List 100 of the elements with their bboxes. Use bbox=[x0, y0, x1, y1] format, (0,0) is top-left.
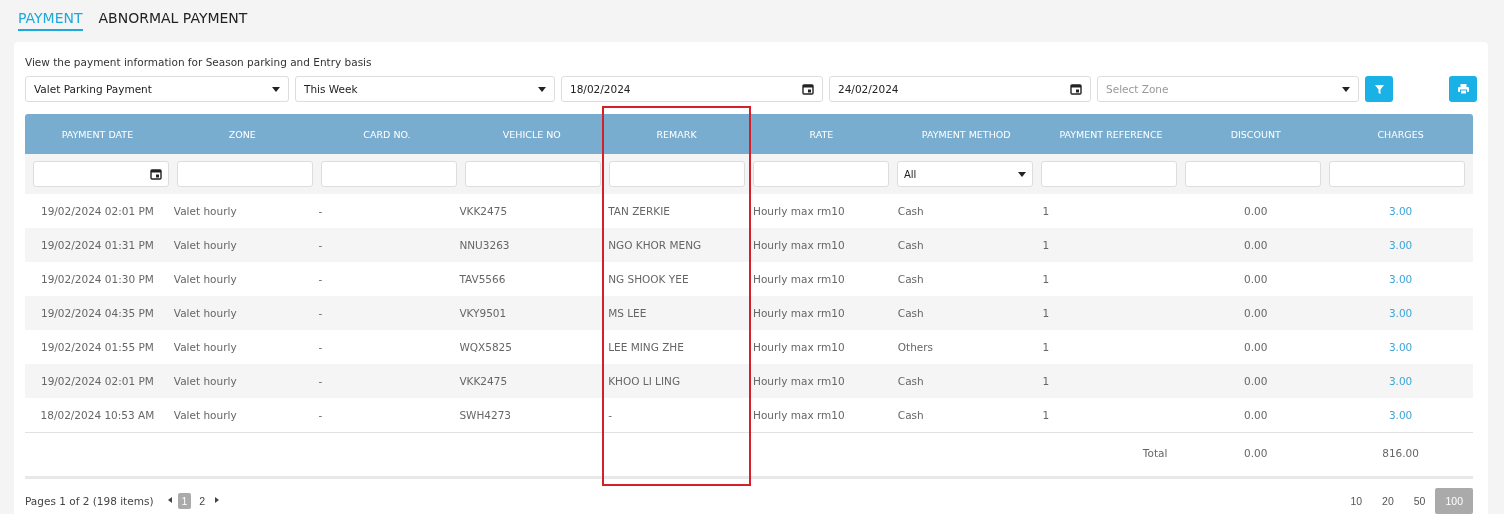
table-cell-text: 18/02/2024 10:53 AM bbox=[39, 409, 156, 421]
table-cell-text: - bbox=[317, 375, 324, 387]
filter-field[interactable] bbox=[1329, 161, 1465, 187]
print-icon bbox=[1457, 84, 1469, 94]
date-field[interactable]: 24/02/2024 bbox=[829, 76, 1091, 102]
table-cell-text: 0.00 bbox=[1243, 409, 1269, 421]
table-cell-text: Cash bbox=[896, 273, 925, 285]
filter-field[interactable] bbox=[177, 161, 313, 187]
column-header: CHARGES bbox=[1376, 128, 1425, 140]
page-size-button[interactable]: 10 bbox=[1340, 487, 1373, 514]
table-cell-text: 1 bbox=[1041, 239, 1051, 251]
filter-field[interactable] bbox=[609, 161, 745, 187]
table-cell-text: TAV5566 bbox=[459, 273, 507, 285]
caret-icon bbox=[538, 86, 546, 92]
filter-field[interactable] bbox=[321, 161, 457, 187]
tab[interactable]: PAYMENT bbox=[18, 8, 83, 31]
filter-field[interactable] bbox=[465, 161, 601, 187]
table-cell-text: 0.00 bbox=[1243, 239, 1269, 251]
pagination-summary: Pages 1 of 2 (198 items) bbox=[25, 494, 154, 507]
table-cell-text: 0.00 bbox=[1243, 273, 1269, 285]
caret-icon bbox=[272, 86, 280, 92]
table-cell-text: 0.00 bbox=[1243, 341, 1269, 353]
table-cell-text: VKK2475 bbox=[459, 205, 509, 217]
filter-button[interactable] bbox=[1365, 76, 1393, 102]
print-button[interactable] bbox=[1449, 76, 1477, 102]
table-cell-text: NGO KHOR MENG bbox=[607, 239, 703, 251]
table-cell-text: TAN ZERKIE bbox=[607, 205, 671, 217]
table-cell-text: NNU3263 bbox=[459, 239, 511, 251]
table-cell-text: Valet hourly bbox=[172, 273, 238, 285]
table-cell-text: Valet hourly bbox=[172, 205, 238, 217]
page-button[interactable]: 1 bbox=[177, 492, 192, 509]
table-cell-text: 1 bbox=[1041, 409, 1051, 421]
table-cell-text: Hourly max rm10 bbox=[752, 409, 846, 421]
table-cell-text: - bbox=[317, 307, 324, 319]
calendar-icon bbox=[802, 83, 814, 95]
filter-field[interactable] bbox=[1041, 161, 1177, 187]
table-cell-text: Valet hourly bbox=[172, 341, 238, 353]
table-cell-text: Hourly max rm10 bbox=[752, 205, 846, 217]
table-cell-text: 1 bbox=[1041, 375, 1051, 387]
page-size-button[interactable]: 50 bbox=[1403, 487, 1436, 514]
filter-field[interactable] bbox=[753, 161, 889, 187]
table-cell-text: - bbox=[317, 409, 324, 421]
table-cell-text: 0.00 bbox=[1243, 307, 1269, 319]
charges-link[interactable]: 3.00 bbox=[1328, 205, 1473, 217]
table-cell-text: - bbox=[317, 239, 324, 251]
charges-link[interactable]: 3.00 bbox=[1328, 409, 1473, 421]
right-triangle-icon bbox=[215, 497, 220, 503]
column-header: PAYMENT DATE bbox=[60, 128, 135, 140]
select-field[interactable]: Select Zone bbox=[1097, 76, 1359, 102]
left-triangle-icon bbox=[167, 497, 172, 503]
table-cell-text: Valet hourly bbox=[172, 307, 238, 319]
charges-link[interactable]: 3.00 bbox=[1328, 341, 1473, 353]
table-cell-text: Hourly max rm10 bbox=[752, 341, 846, 353]
calendar-icon bbox=[150, 168, 162, 180]
select-field[interactable]: This Week bbox=[295, 76, 555, 102]
table-cell-text: Cash bbox=[896, 239, 925, 251]
table-cell-text: - bbox=[607, 409, 613, 421]
table-cell-text: 19/02/2024 02:01 PM bbox=[39, 205, 155, 217]
table-cell-text: 0.00 bbox=[1243, 375, 1269, 387]
table-cell-text: 19/02/2024 04:35 PM bbox=[39, 307, 155, 319]
filter-field[interactable] bbox=[1185, 161, 1321, 187]
tab[interactable]: ABNORMAL PAYMENT bbox=[98, 8, 248, 31]
table-cell-text: 1 bbox=[1041, 307, 1051, 319]
table-cell-text: NG SHOOK YEE bbox=[607, 273, 690, 285]
table-cell-text: 19/02/2024 01:30 PM bbox=[39, 273, 155, 285]
page-size-button[interactable]: 100 bbox=[1435, 487, 1473, 514]
select-field[interactable]: Valet Parking Payment bbox=[25, 76, 289, 102]
table-cell-text: Hourly max rm10 bbox=[752, 273, 846, 285]
charges-link[interactable]: 3.00 bbox=[1328, 375, 1473, 387]
table-cell-text: Cash bbox=[896, 307, 925, 319]
page-button[interactable]: 2 bbox=[195, 492, 210, 509]
table-cell-text: Hourly max rm10 bbox=[752, 375, 846, 387]
table-cell-text: LEE MING ZHE bbox=[607, 341, 685, 353]
table-cell-text: 19/02/2024 01:55 PM bbox=[39, 341, 155, 353]
table-cell-text: Valet hourly bbox=[172, 409, 238, 421]
caret-icon bbox=[1018, 171, 1026, 177]
date-field[interactable]: 18/02/2024 bbox=[561, 76, 823, 102]
table-cell-text: MS LEE bbox=[607, 307, 648, 319]
table-cell-text: VKY9501 bbox=[459, 307, 508, 319]
column-header: PAYMENT METHOD bbox=[920, 128, 1012, 140]
table-cell-text: SWH4273 bbox=[459, 409, 513, 421]
column-header: ZONE bbox=[227, 128, 257, 140]
column-header: PAYMENT REFERENCE bbox=[1058, 128, 1164, 140]
charges-link[interactable]: 3.00 bbox=[1328, 273, 1473, 285]
table-cell-text: 19/02/2024 01:31 PM bbox=[39, 239, 155, 251]
page-size-button[interactable]: 20 bbox=[1372, 487, 1404, 514]
table-cell-text: 0.00 bbox=[1243, 205, 1269, 217]
charges-link[interactable]: 3.00 bbox=[1328, 307, 1473, 319]
column-header: CARD NO. bbox=[362, 128, 412, 140]
table-cell-text: KHOO LI LING bbox=[607, 375, 682, 387]
description-text: View the payment information for Season parking and Entry basis bbox=[25, 56, 373, 68]
select-filter-field[interactable]: All bbox=[897, 161, 1033, 187]
date-filter-field[interactable] bbox=[33, 161, 169, 187]
charges-link[interactable]: 3.00 bbox=[1328, 239, 1473, 251]
table-cell-text: Cash bbox=[896, 409, 925, 421]
filter-icon bbox=[1374, 84, 1384, 94]
table-cell-text: Hourly max rm10 bbox=[752, 307, 846, 319]
table-cell-text: VKK2475 bbox=[459, 375, 509, 387]
total-label: Total bbox=[1141, 446, 1169, 459]
table-cell-text: Valet hourly bbox=[172, 375, 238, 387]
